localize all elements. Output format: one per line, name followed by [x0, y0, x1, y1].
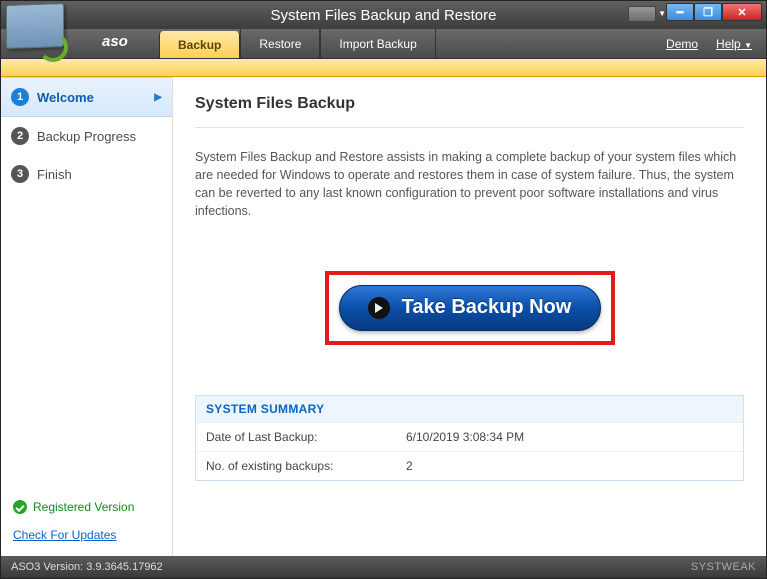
step-welcome[interactable]: 1 Welcome ▶ [1, 77, 172, 117]
menu-demo[interactable]: Demo [666, 37, 698, 51]
close-button[interactable]: ✕ [722, 3, 762, 21]
step-number-icon: 3 [11, 165, 29, 183]
status-bar: ASO3 Version: 3.9.3645.17962 SYSTWEAK [1, 556, 766, 578]
summary-label: No. of existing backups: [196, 452, 396, 480]
app-logo-icon [6, 4, 94, 74]
menu-help-label: elp [725, 37, 741, 51]
step-label: Finish [37, 167, 72, 182]
step-number-icon: 1 [11, 88, 29, 106]
maximize-button[interactable]: ❐ [694, 3, 722, 21]
steps-sidebar: 1 Welcome ▶ 2 Backup Progress 3 Finish R… [1, 77, 173, 556]
step-label: Welcome [37, 90, 94, 105]
summary-title: SYSTEM SUMMARY [196, 396, 743, 422]
check-updates-link[interactable]: Check For Updates [13, 528, 116, 542]
summary-row: Date of Last Backup: 6/10/2019 3:08:34 P… [196, 422, 743, 451]
chevron-right-icon: ▶ [154, 92, 162, 103]
window-controls: ━ ❐ ✕ [666, 3, 762, 21]
system-summary: SYSTEM SUMMARY Date of Last Backup: 6/10… [195, 395, 744, 481]
title-bar: System Files Backup and Restore ▼ ━ ❐ ✕ [1, 1, 766, 29]
chevron-down-icon: ▼ [744, 41, 752, 50]
highlight-box: Take Backup Now [325, 271, 615, 345]
step-backup-progress[interactable]: 2 Backup Progress [1, 117, 172, 155]
take-backup-label: Take Backup Now [402, 296, 572, 319]
menu-help[interactable]: Help ▼ [716, 37, 752, 51]
tab-import-backup[interactable]: Import Backup [320, 29, 435, 58]
summary-value: 6/10/2019 3:08:34 PM [396, 423, 534, 451]
main-content: System Files Backup System Files Backup … [173, 77, 766, 556]
divider [195, 127, 744, 128]
language-flag-icon[interactable] [628, 6, 656, 22]
registered-label: Registered Version [33, 500, 134, 514]
brand-label: aso [102, 33, 128, 50]
tab-restore[interactable]: Restore [240, 29, 320, 58]
language-dropdown-icon[interactable]: ▼ [658, 9, 666, 18]
ribbon-strip [1, 59, 766, 77]
step-finish[interactable]: 3 Finish [1, 155, 172, 193]
check-circle-icon [13, 500, 27, 514]
tab-backup[interactable]: Backup [159, 31, 240, 58]
registered-version: Registered Version [13, 500, 160, 514]
minimize-button[interactable]: ━ [666, 3, 694, 21]
take-backup-now-button[interactable]: Take Backup Now [339, 285, 601, 331]
menu-demo-label: emo [675, 37, 698, 51]
step-label: Backup Progress [37, 129, 136, 144]
page-title: System Files Backup [195, 95, 744, 113]
version-label: ASO3 Version: 3.9.3645.17962 [11, 561, 163, 573]
page-description: System Files Backup and Restore assists … [195, 148, 744, 221]
step-number-icon: 2 [11, 127, 29, 145]
summary-value: 2 [396, 452, 423, 480]
summary-label: Date of Last Backup: [196, 423, 396, 451]
play-icon [368, 297, 390, 319]
summary-row: No. of existing backups: 2 [196, 451, 743, 480]
company-brand: SYSTWEAK [691, 561, 756, 573]
